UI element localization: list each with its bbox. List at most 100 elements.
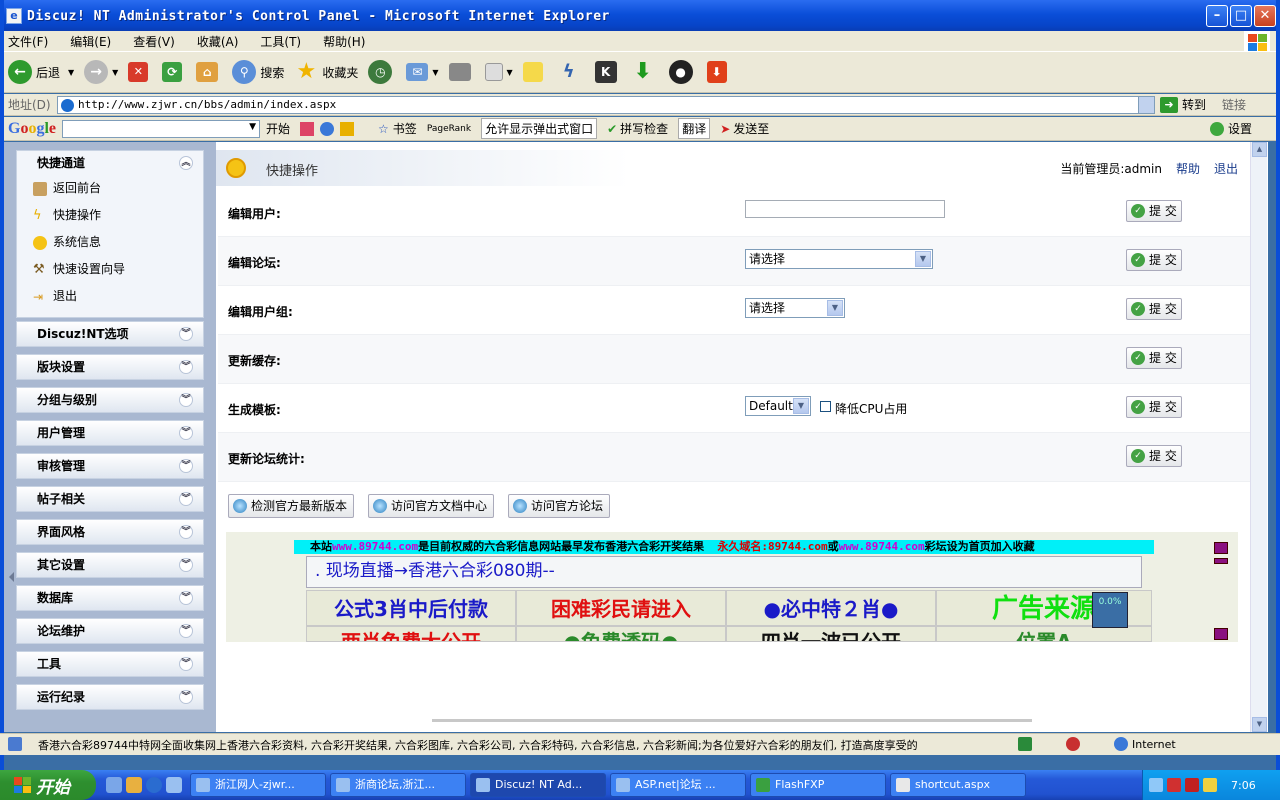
shield-icon[interactable]	[1167, 778, 1181, 792]
sidebar-group-2[interactable]: 分组与级别 ︾	[16, 387, 204, 413]
search-button[interactable]: ⚲ 搜索	[232, 60, 284, 84]
network-icon[interactable]	[1149, 778, 1163, 792]
logout-link[interactable]: 退出	[1214, 162, 1238, 176]
scroll-down-icon[interactable]: ▼	[1252, 717, 1267, 732]
note-button[interactable]	[522, 62, 547, 82]
download-button[interactable]: ⬇	[631, 60, 659, 84]
task-zheshang-forum[interactable]: 浙商论坛,浙江...	[330, 773, 466, 797]
messenger-button[interactable]: ϟ	[557, 60, 585, 84]
k-icon[interactable]	[1185, 778, 1199, 792]
sidebar-group-1[interactable]: 版块设置 ︾	[16, 354, 204, 380]
menu-edit[interactable]: 编辑(E)	[70, 33, 111, 50]
print-button[interactable]	[448, 63, 475, 81]
bookmarks-button[interactable]: ☆ 书签	[378, 120, 417, 137]
expand-down-icon[interactable]: ︾	[179, 525, 193, 539]
scroll-up-icon[interactable]: ▲	[1252, 142, 1267, 157]
sidebar-group-3[interactable]: 用户管理 ︾	[16, 420, 204, 446]
expand-down-icon[interactable]: ︾	[179, 360, 193, 374]
google-settings-button[interactable]: 设置	[1209, 120, 1252, 137]
ad-live-ticker[interactable]: . 现场直播→香港六合彩080期--	[306, 556, 1142, 588]
usergroup-select[interactable]: 请选择 ▼	[745, 298, 845, 318]
ad-scroll-up-icon[interactable]	[1214, 542, 1228, 554]
expand-down-icon[interactable]: ︾	[179, 327, 193, 341]
desktop-icon[interactable]	[106, 777, 122, 793]
ad-scroll-down-icon[interactable]	[1214, 628, 1228, 640]
expand-down-icon[interactable]: ︾	[179, 591, 193, 605]
submit-edit-forum-button[interactable]: ✓ 提 交	[1126, 249, 1182, 271]
flashget-button[interactable]: ⬇	[706, 61, 731, 83]
home-button[interactable]: ⌂	[196, 62, 222, 82]
low-cpu-checkbox[interactable]	[820, 401, 831, 412]
sidebar-group-5[interactable]: 帖子相关 ︾	[16, 486, 204, 512]
sendto-button[interactable]: ➤ 发送至	[720, 120, 769, 137]
stop-button[interactable]: ✕	[128, 62, 152, 82]
spellcheck-button[interactable]: ✔ 拼写检查	[607, 120, 668, 137]
sidebar-group-0[interactable]: Discuz!NT选项 ︾	[16, 321, 204, 347]
translate-button[interactable]: 翻译	[678, 118, 711, 139]
mail-button[interactable]: ✉ ▼	[406, 63, 439, 81]
task-zjwr[interactable]: 浙江网人-zjwr...	[190, 773, 326, 797]
clock[interactable]: 7:06	[1231, 779, 1256, 792]
expand-down-icon[interactable]: ︾	[179, 657, 193, 671]
ad-cell-5[interactable]: 两肖免费大公开	[306, 626, 516, 642]
sidebar-group-6[interactable]: 界面风格 ︾	[16, 519, 204, 545]
sidebar-group-7[interactable]: 其它设置 ︾	[16, 552, 204, 578]
ad-banner-text[interactable]: 本站www.89744.com是目前权威的六合彩信息网站最早发布香港六合彩开奖结…	[294, 540, 1154, 554]
edit-page-button[interactable]: ▼	[484, 63, 513, 81]
sidebar-item-setup-wizard[interactable]: ⚒ 快速设置向导	[17, 256, 203, 283]
sidebar-group-8[interactable]: 数据库 ︾	[16, 585, 204, 611]
check-latest-version-button[interactable]: 检测官方最新版本	[228, 494, 355, 518]
back-button[interactable]: ← 后退 ▼	[8, 60, 74, 84]
ad-cell-2[interactable]: 困难彩民请进入	[516, 590, 726, 626]
expand-down-icon[interactable]: ︾	[179, 492, 193, 506]
menu-view[interactable]: 查看(V)	[133, 33, 175, 50]
menu-favorites[interactable]: 收藏(A)	[197, 33, 239, 50]
forum-select[interactable]: 请选择 ▼	[745, 249, 933, 269]
popup-blocker-button[interactable]: 允许显示弹出式窗口	[481, 118, 598, 139]
sidebar-item-logout[interactable]: ⇥ 退出	[17, 283, 203, 310]
sidebar-item-home[interactable]: 返回前台	[17, 175, 203, 202]
expand-down-icon[interactable]: ︾	[179, 426, 193, 440]
app-k-button[interactable]: K	[594, 61, 621, 83]
start-button[interactable]: 开始	[0, 770, 96, 800]
expand-down-icon[interactable]: ︾	[179, 558, 193, 572]
google-go-button[interactable]: 开始	[266, 120, 290, 137]
ad-cell-7[interactable]: 四肖一波已公开	[726, 626, 936, 642]
task-flashfxp[interactable]: FlashFXP	[750, 773, 886, 797]
sidebar-group-10[interactable]: 工具 ︾	[16, 651, 204, 677]
go-button[interactable]: 转到	[1182, 96, 1206, 113]
task-shortcut-aspx[interactable]: shortcut.aspx	[890, 773, 1026, 797]
ad-cell-1[interactable]: 公式3肖中后付款	[306, 590, 516, 626]
official-forum-button[interactable]: 访问官方论坛	[508, 494, 611, 518]
menu-tools[interactable]: 工具(T)	[260, 33, 301, 50]
expand-down-icon[interactable]: ︾	[179, 690, 193, 704]
task-discuz-admin[interactable]: Discuz! NT Ad...	[470, 773, 606, 797]
minimize-button[interactable]: –	[1206, 5, 1228, 27]
address-dropdown-icon[interactable]	[1138, 97, 1154, 113]
qq-button[interactable]: ●	[668, 60, 697, 84]
ad-cell-6[interactable]: ●免费透码●	[516, 626, 726, 642]
ad-cell-3[interactable]: ●必中特２肖●	[726, 590, 936, 626]
vertical-scrollbar[interactable]: ▲ ▼	[1250, 142, 1267, 732]
history-button[interactable]: ◷	[368, 60, 396, 84]
template-select[interactable]: Default ▼	[745, 396, 811, 416]
official-docs-button[interactable]: 访问官方文档中心	[368, 494, 495, 518]
task-aspnet-forum[interactable]: ASP.net|论坛 ...	[610, 773, 746, 797]
help-link[interactable]: 帮助	[1176, 162, 1200, 176]
go-arrow-icon[interactable]: ➜	[1160, 96, 1178, 113]
title-bar[interactable]: e Discuz! NT Administrator's Control Pan…	[0, 0, 1280, 32]
google-search-input[interactable]: ▼	[62, 119, 261, 138]
popup-blocked-icon[interactable]	[1066, 737, 1080, 751]
submit-edit-usergroup-button[interactable]: ✓ 提 交	[1126, 298, 1182, 320]
volume-icon[interactable]	[1203, 778, 1217, 792]
expand-down-icon[interactable]: ︾	[179, 459, 193, 473]
forward-button[interactable]: → ▼	[84, 60, 118, 84]
ad-scroll-thumb[interactable]	[1214, 558, 1228, 564]
submit-update-stats-button[interactable]: ✓ 提 交	[1126, 445, 1182, 467]
links-label[interactable]: 链接	[1222, 96, 1246, 113]
menu-file[interactable]: 文件(F)	[8, 33, 48, 50]
expand-down-icon[interactable]: ︾	[179, 393, 193, 407]
sidebar-group-4[interactable]: 审核管理 ︾	[16, 453, 204, 479]
refresh-button[interactable]: ⟳	[162, 62, 186, 82]
close-button[interactable]: ✕	[1254, 5, 1276, 27]
